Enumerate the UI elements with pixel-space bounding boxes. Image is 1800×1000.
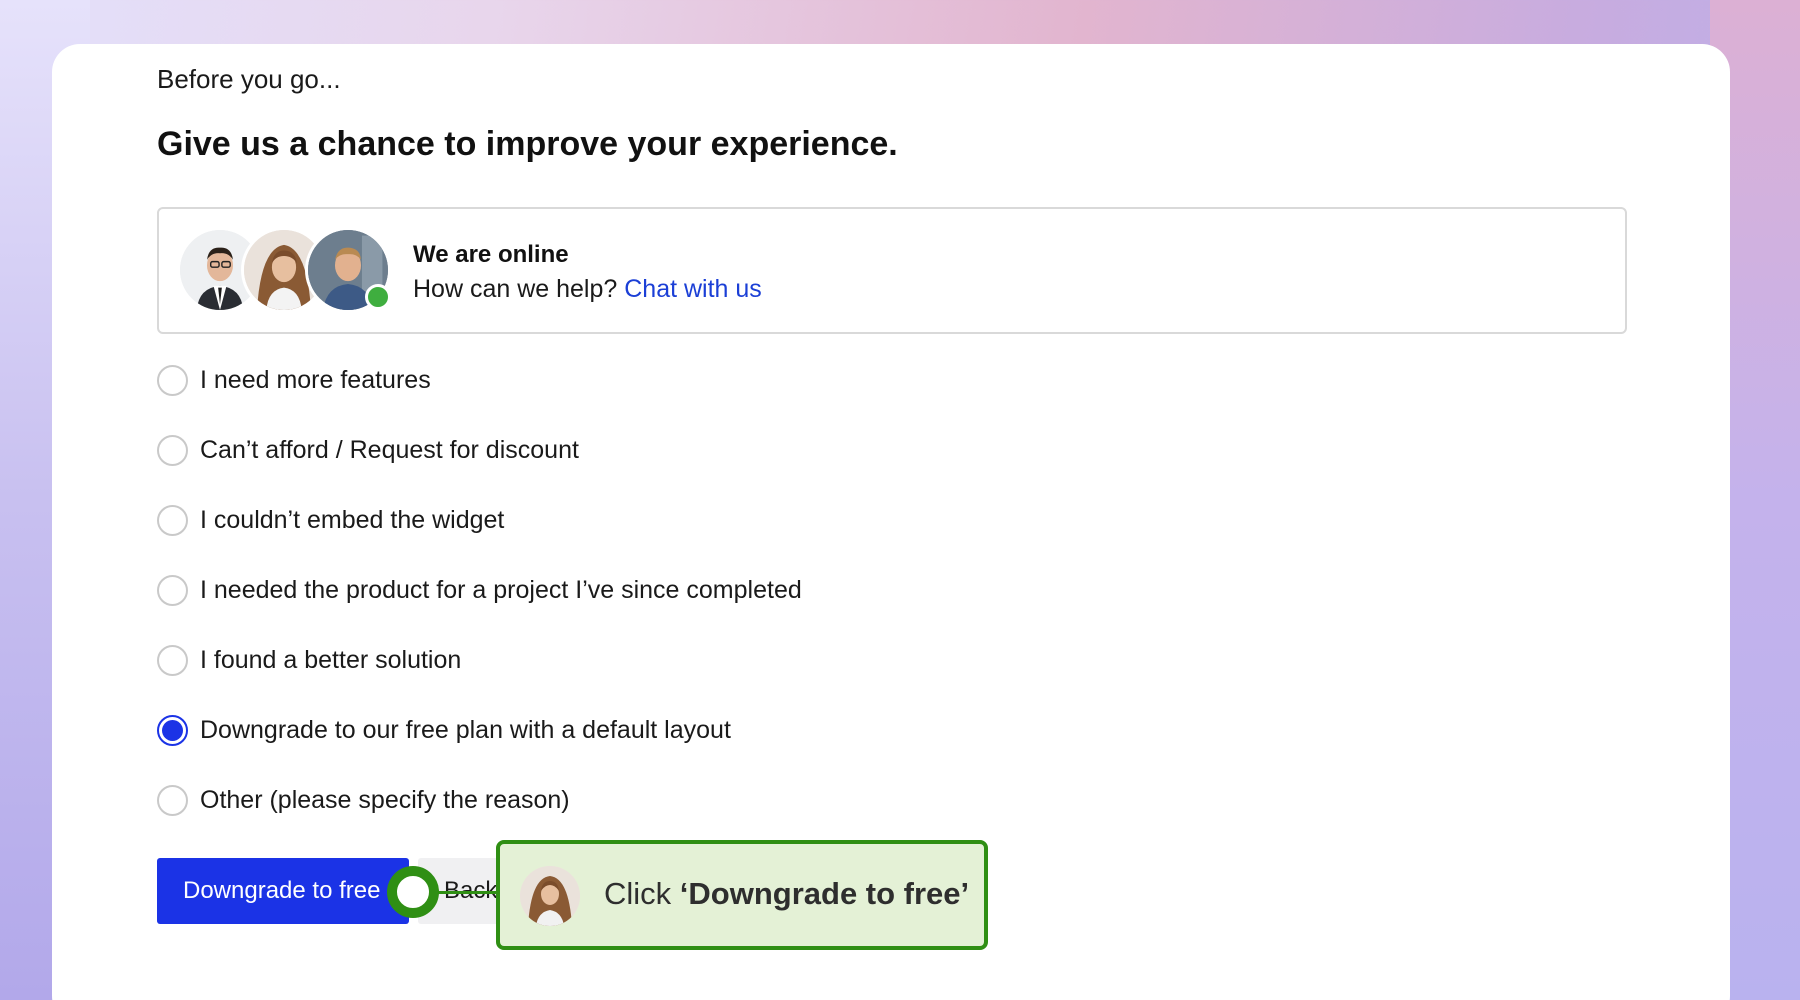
reason-label: Other (please specify the reason): [200, 785, 570, 814]
radio-button[interactable]: [157, 434, 188, 466]
hint-target: ‘Downgrade to free’: [679, 876, 970, 911]
reason-option-project-completed[interactable]: I needed the product for a project I’ve …: [157, 573, 1057, 607]
support-help-text: How can we help?: [413, 275, 618, 303]
reason-option-embed-widget[interactable]: I couldn’t embed the widget: [157, 503, 1057, 537]
downgrade-to-free-button[interactable]: Downgrade to free: [157, 858, 409, 924]
reason-option-downgrade-free[interactable]: Downgrade to our free plan with a defaul…: [157, 713, 1057, 747]
hint-text: Click ‘Downgrade to free’: [604, 876, 969, 912]
radio-button[interactable]: [157, 364, 188, 396]
radio-button[interactable]: [157, 644, 188, 676]
radio-button-selected[interactable]: [157, 714, 188, 746]
page-title: Give us a chance to improve your experie…: [157, 125, 898, 163]
support-help-line: How can we help? Chat with us: [413, 275, 762, 304]
radio-button[interactable]: [157, 504, 188, 536]
chat-with-us-link[interactable]: Chat with us: [624, 275, 762, 303]
radio-button[interactable]: [157, 784, 188, 816]
hint-avatar: [520, 866, 580, 926]
reason-option-more-features[interactable]: I need more features: [157, 363, 1057, 397]
pre-title: Before you go...: [157, 64, 341, 94]
hint-prefix: Click: [604, 876, 680, 911]
reason-option-other[interactable]: Other (please specify the reason): [157, 783, 1057, 817]
support-box: We are online How can we help? Chat with…: [157, 207, 1627, 334]
reason-option-better-solution[interactable]: I found a better solution: [157, 643, 1057, 677]
online-status-dot: [365, 284, 391, 310]
reason-option-discount[interactable]: Can’t afford / Request for discount: [157, 433, 1057, 467]
reason-label: Can’t afford / Request for discount: [200, 435, 579, 464]
reason-label: I needed the product for a project I’ve …: [200, 575, 802, 604]
support-status-title: We are online: [413, 241, 569, 268]
reason-label: I couldn’t embed the widget: [200, 505, 505, 534]
reason-label: I found a better solution: [200, 645, 462, 674]
radio-button[interactable]: [157, 574, 188, 606]
reason-label: Downgrade to our free plan with a defaul…: [200, 715, 731, 744]
hint-tooltip: Click ‘Downgrade to free’: [496, 840, 988, 950]
reason-label: I need more features: [200, 365, 431, 394]
hint-target-marker: [387, 866, 439, 918]
